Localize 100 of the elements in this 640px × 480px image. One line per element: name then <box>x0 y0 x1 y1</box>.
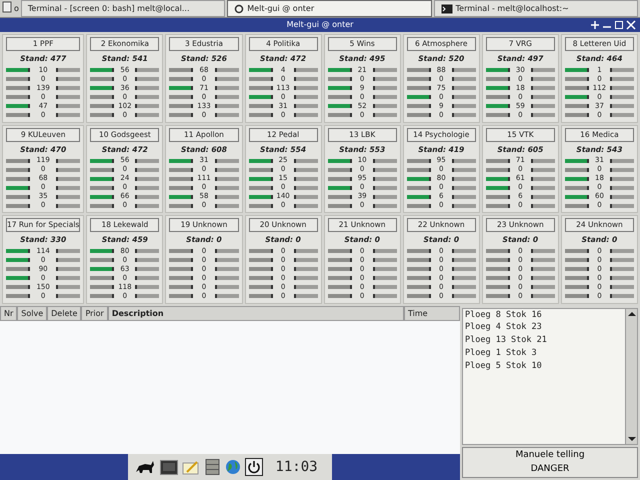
indicator-bar <box>214 267 239 271</box>
indicator-bar <box>56 176 80 180</box>
indicator-bar <box>294 204 318 208</box>
indicator-bar <box>214 186 239 190</box>
column-header[interactable]: Time <box>404 306 460 320</box>
indicator-bar <box>56 249 80 253</box>
indicator-bar <box>294 267 318 271</box>
indicator-bar <box>530 285 555 289</box>
indicator-bar <box>530 77 555 81</box>
indicator-bar <box>214 77 239 81</box>
indicator-bar <box>214 113 239 117</box>
indicator-bar <box>530 86 555 90</box>
log-entry: Ploeg 13 Stok 21 <box>465 334 548 347</box>
indicator-bar <box>372 113 397 117</box>
indicator-bar <box>610 176 634 180</box>
indicator-bar <box>56 158 80 162</box>
log-entry: Ploeg 4 Stok 23 <box>465 321 543 334</box>
terminal-icon[interactable] <box>160 460 178 474</box>
indicator-bar <box>610 204 634 208</box>
indicator-bar <box>294 176 318 180</box>
indicator-bar <box>610 276 634 280</box>
power-icon[interactable] <box>245 458 264 476</box>
column-header[interactable]: Delete <box>47 306 82 320</box>
indicator-bar <box>372 258 397 262</box>
cabinet-icon[interactable] <box>204 459 222 475</box>
indicator-bar <box>135 267 160 271</box>
taskbar-task[interactable]: Terminal - [screen 0: bash] melt@local... <box>20 0 226 17</box>
indicator-bar <box>56 194 80 198</box>
menu-label[interactable]: o <box>14 0 19 17</box>
indicator-bar <box>135 249 160 253</box>
indicator-bar <box>452 77 476 81</box>
indicator-bar <box>56 104 80 108</box>
indicator-bar <box>294 276 318 280</box>
log-entry: Ploeg 8 Stok 16 <box>465 308 543 322</box>
indicator-bar <box>135 168 160 172</box>
indicator-bar <box>135 194 160 198</box>
indicator-bar <box>214 294 239 298</box>
indicator-bar <box>294 113 318 117</box>
indicator-bar <box>294 168 318 172</box>
indicator-bar <box>530 276 555 280</box>
indicator-bar <box>135 104 160 108</box>
indicator-bar <box>452 186 476 190</box>
indicator-bar <box>214 176 239 180</box>
globe-icon[interactable] <box>225 459 242 475</box>
column-header[interactable]: Solve <box>17 306 48 320</box>
indicator-bar <box>610 267 634 271</box>
column-header[interactable]: Nr <box>0 306 18 320</box>
indicator-bar <box>214 95 239 99</box>
indicator-bar <box>372 176 397 180</box>
indicator-bar <box>372 68 397 72</box>
indicator-bar <box>530 176 555 180</box>
indicator-bar <box>372 77 397 81</box>
indicator-bar <box>135 68 160 72</box>
indicator-bar <box>214 204 239 208</box>
indicator-bar <box>56 294 80 298</box>
indicator-bar <box>135 176 160 180</box>
terminal-icon <box>440 4 453 14</box>
close-icon[interactable] <box>626 20 636 30</box>
indicator-bar <box>372 249 397 253</box>
indicator-bar <box>610 68 634 72</box>
indicator-bar <box>530 294 555 298</box>
indicator-bar <box>135 86 160 90</box>
indicator-bar <box>214 86 239 90</box>
indicator-bar <box>135 186 160 190</box>
indicator-bar <box>530 258 555 262</box>
indicator-bar <box>452 113 476 117</box>
indicator-bar <box>56 113 80 117</box>
maximize-icon[interactable] <box>614 20 624 30</box>
indicator-bar <box>56 77 80 81</box>
indicator-bar <box>56 86 80 90</box>
indicator-bar <box>135 285 160 289</box>
indicator-bar <box>372 168 397 172</box>
indicator-bar <box>135 77 160 81</box>
danger-button[interactable]: Manuele telling DANGER <box>462 447 638 478</box>
indicator-bar <box>214 276 239 280</box>
indicator-bar <box>372 276 397 280</box>
indicator-bar <box>372 204 397 208</box>
indicator-bar <box>452 176 476 180</box>
indicator-bar <box>530 158 555 162</box>
indicator-bar <box>372 86 397 90</box>
indicator-bar <box>610 194 634 198</box>
indicator-bar <box>610 113 634 117</box>
indicator-bar <box>135 276 160 280</box>
indicator-bar <box>214 68 239 72</box>
scroll-down-icon[interactable] <box>626 434 638 444</box>
pin-icon[interactable] <box>590 20 600 30</box>
indicator-bar <box>294 95 318 99</box>
indicator-bar <box>372 104 397 108</box>
indicator-bar <box>530 267 555 271</box>
taskbar-task[interactable]: Melt-gui @ onter <box>227 0 432 17</box>
indicator-bar <box>530 186 555 190</box>
indicator-bar <box>610 168 634 172</box>
indicator-bar <box>294 194 318 198</box>
column-header[interactable]: Prior <box>81 306 108 320</box>
taskbar-task[interactable]: Terminal - melt@localhost:~ <box>434 0 638 17</box>
scrollbar[interactable] <box>625 308 637 444</box>
indicator-bar <box>135 113 160 117</box>
column-header[interactable]: Description <box>108 306 404 320</box>
menu-icon[interactable] <box>2 0 12 14</box>
indicator-bar <box>135 258 160 262</box>
